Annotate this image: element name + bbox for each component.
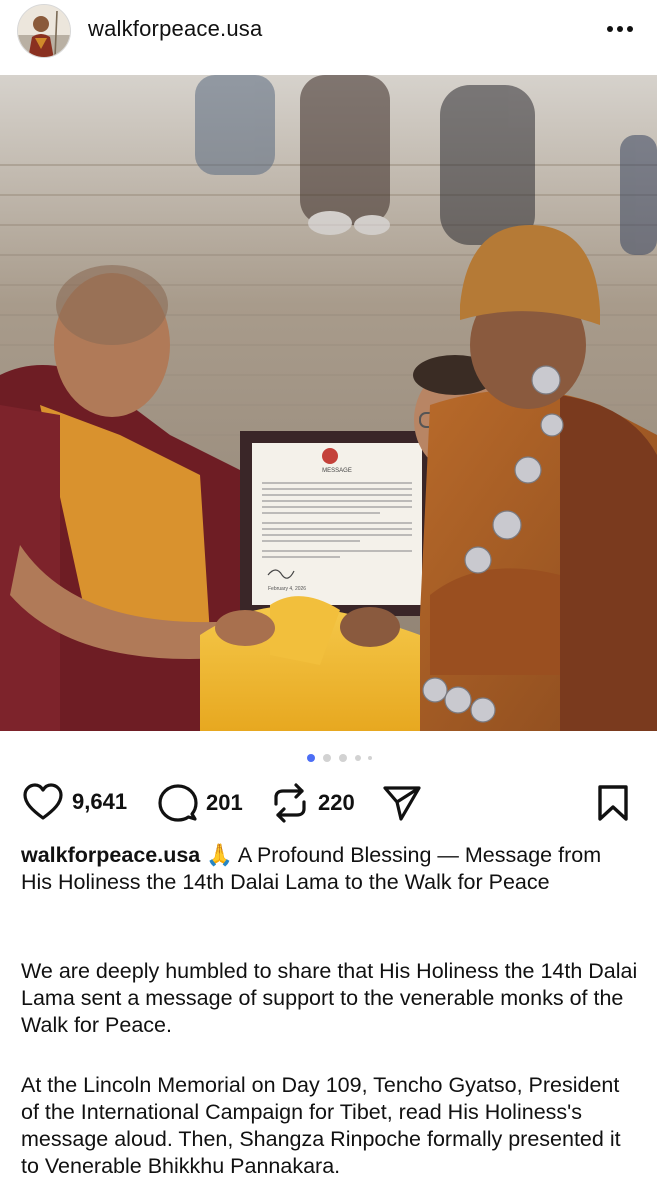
avatar[interactable] — [17, 4, 71, 58]
repost-button[interactable]: 220 — [270, 782, 355, 824]
post-header: walkforpeace.usa — [0, 0, 657, 60]
caption-emoji: 🙏 — [206, 843, 234, 867]
carousel-dot[interactable] — [323, 754, 331, 762]
post-photo[interactable]: MESSAGE February 4, 2026 — [0, 75, 657, 731]
action-bar: 9,641 201 220 — [0, 780, 657, 826]
carousel-dot[interactable] — [368, 756, 372, 760]
bookmark-button[interactable] — [596, 784, 630, 822]
carousel-indicator — [0, 754, 657, 762]
share-icon — [383, 786, 421, 821]
certificate-heading: MESSAGE — [322, 468, 352, 474]
post-image: MESSAGE February 4, 2026 — [0, 75, 657, 731]
caption-username[interactable]: walkforpeace.usa — [21, 843, 200, 867]
carousel-dot[interactable] — [339, 754, 347, 762]
carousel-dot[interactable] — [307, 754, 315, 762]
heart-icon — [23, 783, 63, 820]
monk-avatar-icon — [18, 5, 70, 57]
post-username[interactable]: walkforpeace.usa — [88, 16, 262, 42]
more-horizontal-icon — [607, 26, 633, 32]
repost-icon — [274, 783, 306, 823]
bookmark-icon — [598, 785, 628, 821]
more-options-button[interactable] — [600, 14, 640, 44]
caption-paragraph: At the Lincoln Memorial on Day 109, Tenc… — [21, 1073, 621, 1178]
certificate-date: February 4, 2026 — [268, 586, 306, 592]
comment-icon — [158, 784, 198, 822]
post-caption: walkforpeace.usa 🙏 A Profound Blessing —… — [21, 842, 636, 896]
like-count: 9,641 — [72, 789, 128, 814]
caption-paragraph: We are deeply humbled to share that His … — [21, 959, 638, 1037]
share-button[interactable] — [382, 784, 422, 822]
repost-count: 220 — [318, 790, 355, 815]
comment-button[interactable]: 201 — [158, 783, 243, 823]
like-button[interactable]: 9,641 — [22, 783, 127, 821]
carousel-dot[interactable] — [355, 755, 361, 761]
comment-count: 201 — [206, 790, 243, 815]
